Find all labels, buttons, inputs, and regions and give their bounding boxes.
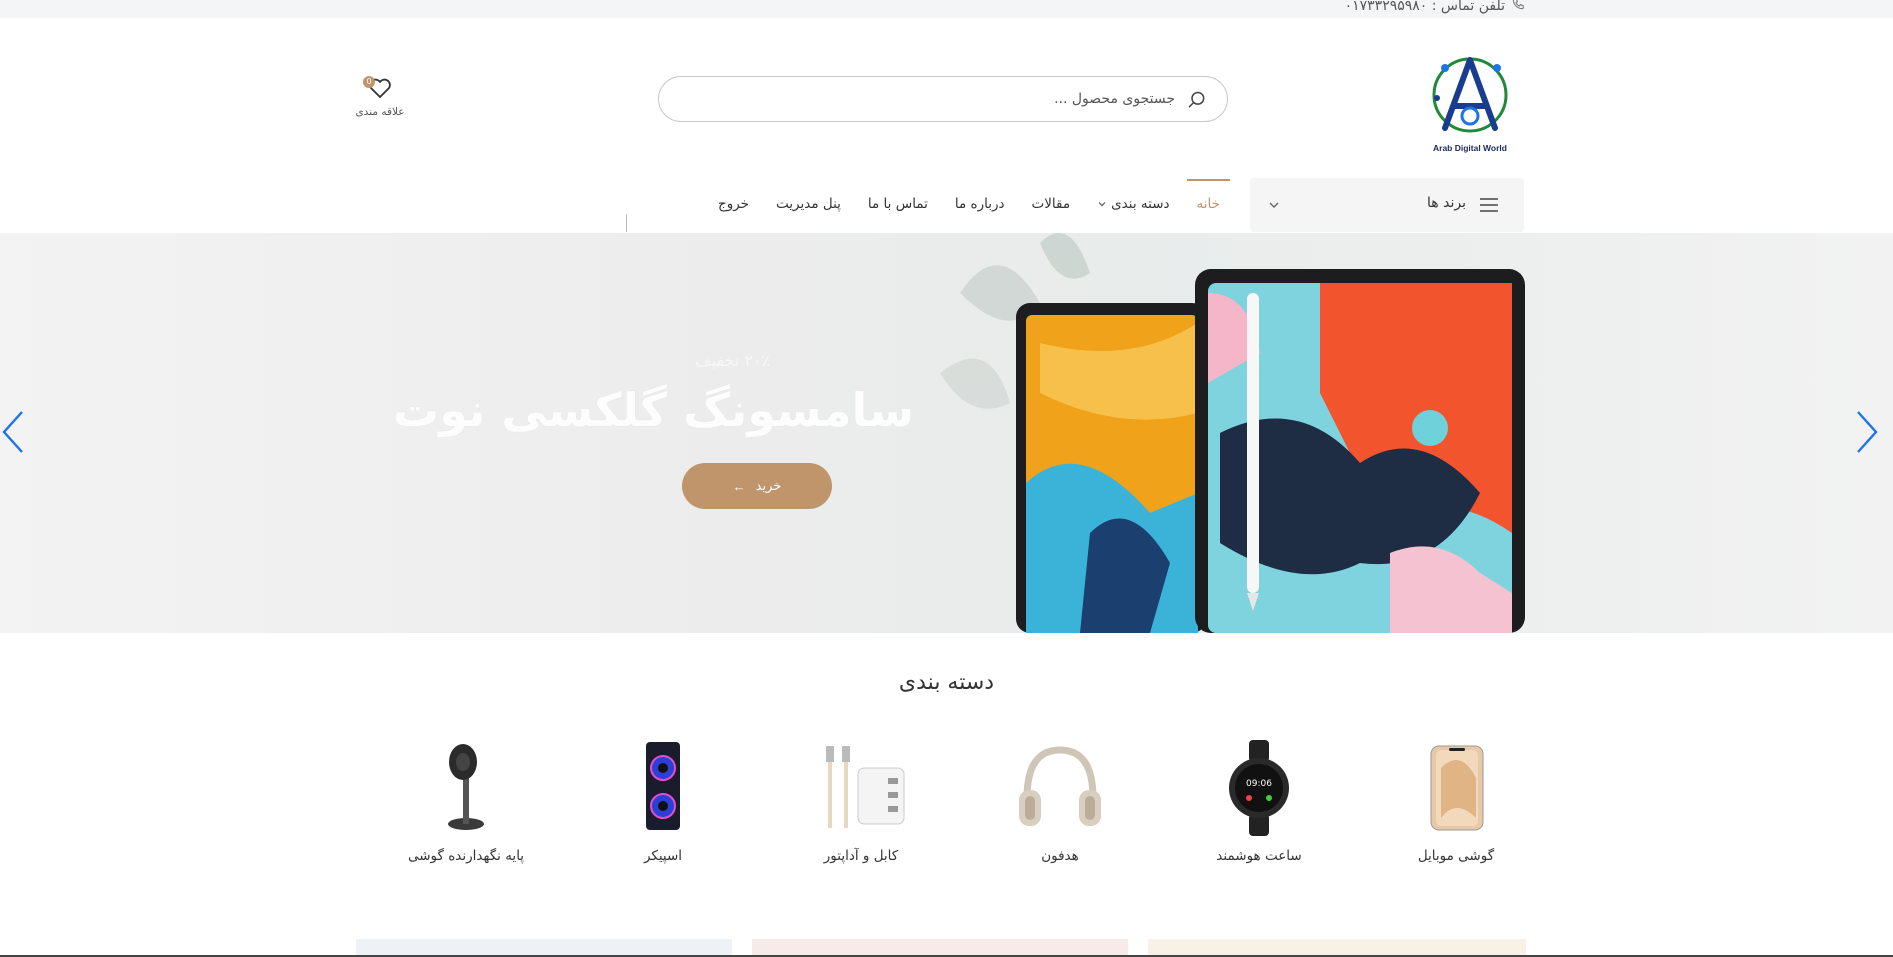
hero-buy-button[interactable]: خرید ← bbox=[682, 463, 832, 509]
nav-categories[interactable]: دسته بندی bbox=[1097, 196, 1170, 212]
wishlist-button[interactable]: 0 علاقه مندی bbox=[355, 76, 405, 126]
nav-articles-label: مقالات bbox=[1031, 196, 1071, 212]
nav-articles[interactable]: مقالات bbox=[1032, 196, 1071, 212]
chevron-down-icon bbox=[1098, 202, 1106, 207]
cable-adapter-image bbox=[806, 738, 916, 838]
nav-contact-label: تماس با ما bbox=[867, 196, 928, 212]
wishlist-label: علاقه مندی bbox=[355, 106, 405, 118]
nav-about[interactable]: درباره ما bbox=[955, 196, 1005, 212]
nav-admin-panel[interactable]: پنل مدیریت bbox=[776, 196, 841, 212]
nav-home[interactable]: خانه bbox=[1186, 179, 1231, 212]
category-mobile[interactable]: گوشی موبایل bbox=[1386, 738, 1526, 864]
nav-logout[interactable]: خروج bbox=[718, 196, 749, 212]
hero-title: سامسونگ گلکسی نوت bbox=[393, 383, 915, 437]
nav-home-label: خانه bbox=[1196, 196, 1220, 212]
brands-label: برند ها bbox=[1427, 195, 1466, 211]
search-icon[interactable] bbox=[1187, 90, 1207, 110]
search-bar[interactable] bbox=[658, 76, 1228, 122]
search-input[interactable] bbox=[705, 87, 1175, 111]
headphones-image bbox=[1005, 738, 1115, 838]
category-headphones[interactable]: هدفون bbox=[990, 738, 1130, 864]
nav-divider bbox=[626, 214, 627, 232]
category-speaker[interactable]: اسپیکر bbox=[593, 738, 733, 864]
svg-text:09:06: 09:06 bbox=[1246, 779, 1272, 789]
nav-contact[interactable]: تماس با ما bbox=[868, 196, 928, 212]
logo-text: Arab Digital World bbox=[1433, 143, 1507, 153]
speaker-image bbox=[608, 738, 718, 838]
category-phone-stand[interactable]: پایه نگهدارنده گوشی bbox=[396, 738, 536, 864]
buy-button-label: خرید bbox=[755, 478, 782, 493]
category-cable-adapter[interactable]: کابل و آداپتور bbox=[791, 738, 931, 864]
category-headphones-label: هدفون bbox=[1041, 848, 1079, 864]
slider-prev-arrow-icon[interactable] bbox=[0, 408, 26, 456]
phone-image bbox=[1401, 738, 1511, 838]
category-speaker-label: اسپیکر bbox=[643, 848, 683, 864]
category-smartwatch-label: ساعت هوشمند bbox=[1216, 848, 1302, 864]
brands-menu[interactable]: برند ها bbox=[1250, 178, 1524, 232]
hero-subtitle: ۲۰٪ تخفیف bbox=[695, 351, 771, 370]
top-bar: تلفن تماس : ۰۱۷۳۳۲۹۵۹۸۰ bbox=[0, 0, 1893, 18]
hamburger-icon bbox=[1480, 198, 1498, 212]
category-smartwatch[interactable]: 09:06 ساعت هوشمند bbox=[1189, 738, 1329, 864]
site-logo[interactable]: Arab Digital World bbox=[1425, 48, 1515, 160]
nav-about-label: درباره ما bbox=[954, 196, 1005, 212]
category-mobile-label: گوشی موبایل bbox=[1417, 848, 1495, 864]
wishlist-count-badge: 0 bbox=[363, 76, 375, 88]
phone-contact[interactable]: تلفن تماس : ۰۱۷۳۳۲۹۵۹۸۰ bbox=[1345, 0, 1525, 15]
hero-slider: ۲۰٪ تخفیف سامسونگ گلکسی نوت خرید ← bbox=[0, 233, 1893, 633]
site-header: Arab Digital World 0 علاقه مندی برند ها … bbox=[0, 18, 1893, 233]
nav-admin-label: پنل مدیریت bbox=[776, 196, 841, 212]
phone-stand-image bbox=[411, 738, 521, 838]
tablet-product-image bbox=[940, 233, 1525, 633]
categories-title: دسته بندی bbox=[898, 670, 995, 695]
phone-text: تلفن تماس : ۰۱۷۳۳۲۹۵۹۸۰ bbox=[1344, 0, 1505, 14]
logo-icon bbox=[1432, 57, 1508, 133]
smartwatch-image: 09:06 bbox=[1204, 738, 1314, 838]
chevron-down-icon bbox=[1269, 202, 1279, 208]
arrow-left-icon: ← bbox=[732, 478, 746, 494]
main-nav: خانه دسته بندی مقالات درباره ما تماس با … bbox=[718, 179, 1231, 212]
nav-logout-label: خروج bbox=[718, 196, 750, 212]
phone-icon bbox=[1511, 0, 1525, 15]
category-cable-adapter-label: کابل و آداپتور bbox=[823, 848, 899, 864]
categories-list: گوشی موبایل 09:06 ساعت هوشمند هدفون کابل… bbox=[386, 738, 1526, 878]
slider-next-arrow-icon[interactable] bbox=[1854, 408, 1880, 456]
category-phone-stand-label: پایه نگهدارنده گوشی bbox=[407, 848, 525, 864]
nav-categories-label: دسته بندی bbox=[1111, 196, 1170, 212]
